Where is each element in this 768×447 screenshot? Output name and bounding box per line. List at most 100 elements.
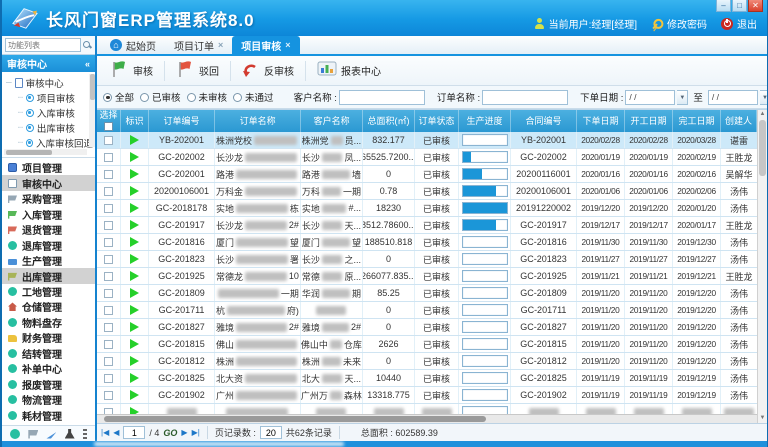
radio-已审核[interactable]: 已审核 — [140, 90, 181, 104]
sidebar-item-报废管理[interactable]: 报废管理 — [2, 377, 95, 392]
scrollbar-thumb[interactable] — [759, 120, 766, 176]
sidebar-item-结转管理[interactable]: 结转管理 — [2, 346, 95, 361]
row-checkbox[interactable] — [104, 170, 113, 179]
send-icon[interactable] — [46, 429, 56, 439]
panel-header[interactable]: 审核中心 « — [2, 55, 95, 72]
go-button[interactable]: GO — [163, 428, 177, 438]
table-row[interactable]: GC-201812株洲株洲未来0已审核GC-2018122019/11/2020… — [97, 353, 757, 370]
radio-全部[interactable]: 全部 — [103, 90, 134, 104]
dot-icon[interactable] — [10, 429, 20, 439]
tab-close-icon[interactable]: × — [285, 40, 290, 50]
table-row[interactable]: GC-202001路港路港墙0已审核202001160012020/01/162… — [97, 166, 757, 183]
radio-未审核[interactable]: 未审核 — [187, 90, 228, 104]
column-header-name[interactable]: 订单名称 — [215, 110, 301, 132]
table-row[interactable]: GC-201825北大资北大天...10440已审核GC-2018252019/… — [97, 370, 757, 387]
scroll-up-icon[interactable]: ▲ — [760, 110, 766, 119]
row-checkbox[interactable] — [104, 340, 113, 349]
sidebar-item-耗材管理[interactable]: 耗材管理 — [2, 408, 95, 423]
column-header-sel[interactable]: 选择 — [97, 110, 121, 132]
table-row[interactable]: 20200106001万科金万科一期0.78已审核202001060012020… — [97, 183, 757, 200]
sidebar-item-项目管理[interactable]: 项目管理 — [2, 160, 95, 175]
column-header-area[interactable]: 总面积(㎡) — [363, 110, 415, 132]
row-checkbox[interactable] — [104, 204, 113, 213]
prev-page-icon[interactable]: ◀ — [113, 429, 119, 437]
calendar-dropdown-icon[interactable]: ▼ — [760, 90, 767, 105]
row-checkbox[interactable] — [104, 136, 113, 145]
sidebar-item-出库管理[interactable]: 出库管理 — [2, 268, 95, 283]
sidebar-item-入库管理[interactable]: 入库管理 — [2, 206, 95, 221]
table-row[interactable]: GC-201827雅境2#雅境2#0已审核GC-2018272019/11/20… — [97, 319, 757, 336]
collapse-icon[interactable]: « — [85, 59, 90, 69]
table-row[interactable]: GC-201917长沙龙2#长沙天...8512.78600...已审核GC-2… — [97, 217, 757, 234]
tree-root[interactable]: ─ 审核中心 — [6, 75, 93, 90]
row-checkbox[interactable] — [104, 187, 113, 196]
function-search-input[interactable] — [5, 38, 81, 52]
tree-horizontal-scrollbar[interactable] — [4, 149, 87, 155]
table-row[interactable]: GC-201816厦门望厦门望188510.818已审核GC-201816201… — [97, 234, 757, 251]
toolbar-button-驳回[interactable]: 驳回 — [169, 58, 226, 83]
table-row[interactable]: GC-202002长沙龙长沙凤...65525.7200...已审核GC-202… — [97, 149, 757, 166]
sidebar-item-退库管理[interactable]: 退库管理 — [2, 237, 95, 252]
column-header-d1[interactable]: 下单日期 — [577, 110, 625, 132]
row-checkbox[interactable] — [104, 289, 113, 298]
table-row[interactable]: YB-202001株洲党校株洲党员...832.177已审核YB-2020012… — [97, 132, 757, 149]
customer-name-input[interactable] — [339, 90, 425, 105]
tree-item[interactable]: ┈入库审核回退 — [6, 135, 93, 150]
table-row[interactable]: GC-201815佛山佛山中仓库2626已审核GC-2018152019/11/… — [97, 336, 757, 353]
sidebar-item-生产管理[interactable]: 生产管理 — [2, 253, 95, 268]
sidebar-item-采购管理[interactable]: 采购管理 — [2, 191, 95, 206]
row-checkbox[interactable] — [104, 255, 113, 264]
table-row[interactable]: GC-201902广州广州万森林13318.775已审核GC-201902201… — [97, 387, 757, 404]
scroll-down-icon[interactable]: ▼ — [760, 414, 766, 423]
logout-button[interactable]: 退出 — [721, 16, 757, 31]
vertical-scrollbar[interactable]: ▲ ▼ — [757, 110, 767, 423]
maximize-button[interactable]: □ — [732, 0, 747, 12]
row-checkbox[interactable] — [104, 323, 113, 332]
minimize-button[interactable]: – — [716, 0, 731, 12]
table-row[interactable]: GC-2018178实地栋实地#...18230已审核2019122000220… — [97, 200, 757, 217]
more-icon[interactable] — [83, 429, 87, 439]
column-header-d2[interactable]: 开工日期 — [625, 110, 673, 132]
row-checkbox[interactable] — [104, 306, 113, 315]
order-date-to-input[interactable]: / / — [708, 90, 758, 105]
change-password-button[interactable]: 修改密码 — [651, 16, 707, 31]
sidebar-item-仓储管理[interactable]: 仓储管理 — [2, 299, 95, 314]
cart-icon[interactable] — [28, 429, 38, 439]
next-page-icon[interactable]: ▶ — [181, 429, 187, 437]
tab-项目审核[interactable]: 项目审核× — [232, 36, 299, 54]
sidebar-item-退货管理[interactable]: 退货管理 — [2, 222, 95, 237]
column-header-flag[interactable]: 标识 — [121, 110, 149, 132]
table-row[interactable]: GC-201823长沙署长沙之...0已审核GC-2018232019/11/2… — [97, 251, 757, 268]
table-row[interactable]: GC-201711杭府)0已审核GC-2017112019/11/202019/… — [97, 302, 757, 319]
tab-close-icon[interactable]: × — [218, 40, 223, 50]
sidebar-item-物流管理[interactable]: 物流管理 — [2, 392, 95, 407]
row-checkbox[interactable] — [104, 391, 113, 400]
toolbar-button-审核[interactable]: 审核 — [103, 58, 160, 83]
tree-item[interactable]: ┈出库审核 — [6, 120, 93, 135]
sidebar-item-财务管理[interactable]: 财务管理 — [2, 330, 95, 345]
row-checkbox[interactable] — [104, 221, 113, 230]
page-size-input[interactable] — [260, 426, 282, 439]
person-icon[interactable] — [65, 429, 75, 439]
calendar-dropdown-icon[interactable]: ▼ — [677, 90, 688, 105]
column-header-progress[interactable]: 生产进度 — [459, 110, 511, 132]
page-number-input[interactable] — [123, 426, 145, 439]
order-name-input[interactable] — [482, 90, 568, 105]
sidebar-item-工地管理[interactable]: 工地管理 — [2, 284, 95, 299]
column-header-status[interactable]: 订单状态 — [415, 110, 459, 132]
select-all-checkbox[interactable] — [104, 122, 113, 131]
column-header-creator[interactable]: 创建人 — [721, 110, 757, 132]
tree-item[interactable]: ┈入库审核 — [6, 105, 93, 120]
row-checkbox[interactable] — [104, 374, 113, 383]
sidebar-item-补单中心[interactable]: 补单中心 — [2, 361, 95, 376]
close-button[interactable]: ✕ — [748, 0, 763, 12]
table-row[interactable]: GC-201809一期华润期85.25已审核GC-2018092019/11/2… — [97, 285, 757, 302]
table-row[interactable]: GC-201925常德龙10常德原...266077.835...已审核GC-2… — [97, 268, 757, 285]
tab-项目订单[interactable]: 项目订单× — [165, 36, 232, 54]
horizontal-scrollbar[interactable] — [97, 414, 757, 423]
column-header-contract[interactable]: 合同编号 — [511, 110, 577, 132]
tree-vertical-scrollbar[interactable] — [89, 74, 95, 147]
tree-item[interactable]: ┈项目审核 — [6, 90, 93, 105]
toolbar-button-报表中心[interactable]: 报表中心 — [310, 59, 388, 82]
row-checkbox[interactable] — [104, 357, 113, 366]
